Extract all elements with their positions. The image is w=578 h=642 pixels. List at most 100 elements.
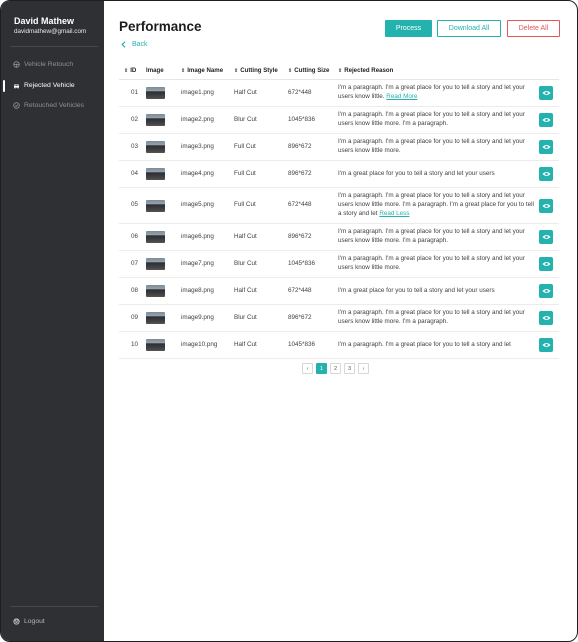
cell-rejected-reason: I'm a paragraph. I'm a great place for y… [338,79,538,107]
car-icon [14,84,19,89]
eye-icon [542,289,550,293]
download-all-button[interactable]: Download All [437,20,501,37]
read-toggle-link[interactable]: Read More [386,93,417,100]
column-header-id[interactable]: ⇕ ID [119,61,146,80]
pagination-page-1[interactable]: 1 [316,363,327,374]
cell-id: 02 [119,106,146,134]
rejected-reason-text: I'm a paragraph. I'm a great place for y… [338,309,525,325]
sidebar-item-label: Retouched Vehicles [24,102,85,109]
logout-button[interactable]: Logout [1,615,104,629]
cell-cutting-style: Half Cut [234,79,288,107]
table-row: 10 image10.png Half Cut 1045*836 I'm a parag… [119,331,559,359]
eye-icon [542,203,550,208]
table-row: 08 image8.png Half Cut 672*448 I'm a great p… [119,277,559,305]
view-button[interactable] [539,140,553,154]
table-row: 07 image7.png Blur Cut 1045*836 I'm a paragr… [119,250,559,278]
pagination-page-2[interactable]: 2 [330,363,341,374]
table-row: 09 image9.png Blur Cut 896*672 I'm a paragra… [119,304,559,332]
vehicle-thumbnail[interactable] [146,199,165,212]
cell-action [538,331,559,359]
cell-image [146,79,181,107]
sort-icon: ⇕ [288,67,293,74]
cell-cutting-size: 672*448 [288,187,338,224]
read-toggle-link[interactable]: Read Less [379,210,409,217]
cell-image-name: image8.png [181,277,234,305]
rejected-reason-text: I'm a paragraph. I'm a great place for y… [338,138,525,154]
cell-image-name: image7.png [181,250,234,278]
back-link[interactable]: Back [121,41,148,48]
view-button[interactable] [539,113,553,127]
pagination-next-button[interactable]: › [358,363,369,374]
cell-rejected-reason: I'm a paragraph. I'm a great place for y… [338,223,538,251]
sort-icon: ⇕ [234,67,239,74]
vehicle-thumbnail[interactable] [146,312,165,324]
vehicle-thumbnail[interactable] [146,231,165,243]
cell-cutting-style: Half Cut [234,331,288,359]
table-row: 02 image2.png Blur Cut 1045*836 I'm a paragr… [119,106,559,134]
process-button[interactable]: Process [385,20,432,37]
vehicle-thumbnail[interactable] [146,258,165,270]
user-email: davidmathew@gmail.com [14,28,87,35]
sort-icon: ⇕ [124,67,129,74]
delete-all-button[interactable]: Delete All [507,20,560,37]
cell-cutting-size: 672*448 [288,79,338,107]
view-button[interactable] [539,284,553,298]
column-header-cutting-size[interactable]: ⇕ Cutting Size [288,61,338,80]
cell-image-name: image6.png [181,223,234,251]
cell-cutting-size: 896*672 [288,160,338,188]
cell-id: 10 [119,331,146,359]
view-button[interactable] [539,86,553,100]
sort-icon: ⇕ [338,67,343,74]
cell-image [146,223,181,251]
cell-action [538,250,559,278]
view-button[interactable] [539,230,553,244]
cell-cutting-size: 672*448 [288,277,338,305]
column-header-action [538,61,559,80]
view-button[interactable] [539,311,553,325]
rejected-reason-text: I'm a paragraph. I'm a great place for y… [338,192,534,217]
view-button[interactable] [539,198,553,213]
main-content: Performance Back Process Download All De… [104,1,577,641]
view-button[interactable] [539,257,553,271]
cell-cutting-style: Blur Cut [234,304,288,332]
user-name: David Mathew [14,16,75,26]
cell-cutting-size: 896*672 [288,133,338,161]
cell-cutting-size: 1045*836 [288,250,338,278]
sidebar-item-retouched-vehicles[interactable]: Retouched Vehicles [1,97,104,115]
cell-action [538,133,559,161]
rejected-reason-text: I'm a paragraph. I'm a great place for y… [338,228,525,244]
column-header-image-name[interactable]: ⇕ Image Name [181,61,234,80]
eye-icon [542,91,550,95]
view-button[interactable] [539,338,553,352]
chevron-left-icon [121,41,126,48]
cell-cutting-size: 896*672 [288,223,338,251]
sort-icon: ⇕ [181,67,186,74]
vehicle-thumbnail[interactable] [146,141,165,153]
sidebar-item-rejected-vehicle[interactable]: Rejected Vehicle [1,77,104,95]
results-table: ⇕ ID Image ⇕ Image Name ⇕ Cutting Style ⇕ Cu… [119,61,559,359]
cell-image [146,250,181,278]
column-header-rejected-reason[interactable]: ⇕ Rejected Reason [338,61,538,80]
rejected-reason-text: I'm a paragraph. I'm a great place for y… [338,255,525,271]
cell-image [146,277,181,305]
vehicle-thumbnail[interactable] [146,114,165,126]
cell-image-name: image9.png [181,304,234,332]
cell-cutting-style: Full Cut [234,133,288,161]
sidebar-item-vehicle-retouch[interactable]: Vehicle Retouch [1,56,104,74]
view-button[interactable] [539,167,553,181]
pagination-page-3[interactable]: 3 [344,363,355,374]
cell-cutting-style: Full Cut [234,160,288,188]
rejected-reason-text: I'm a paragraph. I'm a great place for y… [338,84,525,100]
rejected-reason-text: I'm a great place for you to tell a stor… [338,169,495,177]
cell-image-name: image3.png [181,133,234,161]
rejected-reason-text: I'm a great place for you to tell a stor… [338,286,495,294]
column-header-cutting-style[interactable]: ⇕ Cutting Style [234,61,288,80]
retouch-icon [13,102,20,109]
vehicle-thumbnail[interactable] [146,87,165,99]
cell-image [146,187,181,224]
pagination-prev-button[interactable]: ‹ [302,363,313,374]
cell-image-name: image1.png [181,79,234,107]
vehicle-thumbnail[interactable] [146,168,165,180]
vehicle-thumbnail[interactable] [146,285,165,297]
vehicle-thumbnail[interactable] [146,339,165,351]
